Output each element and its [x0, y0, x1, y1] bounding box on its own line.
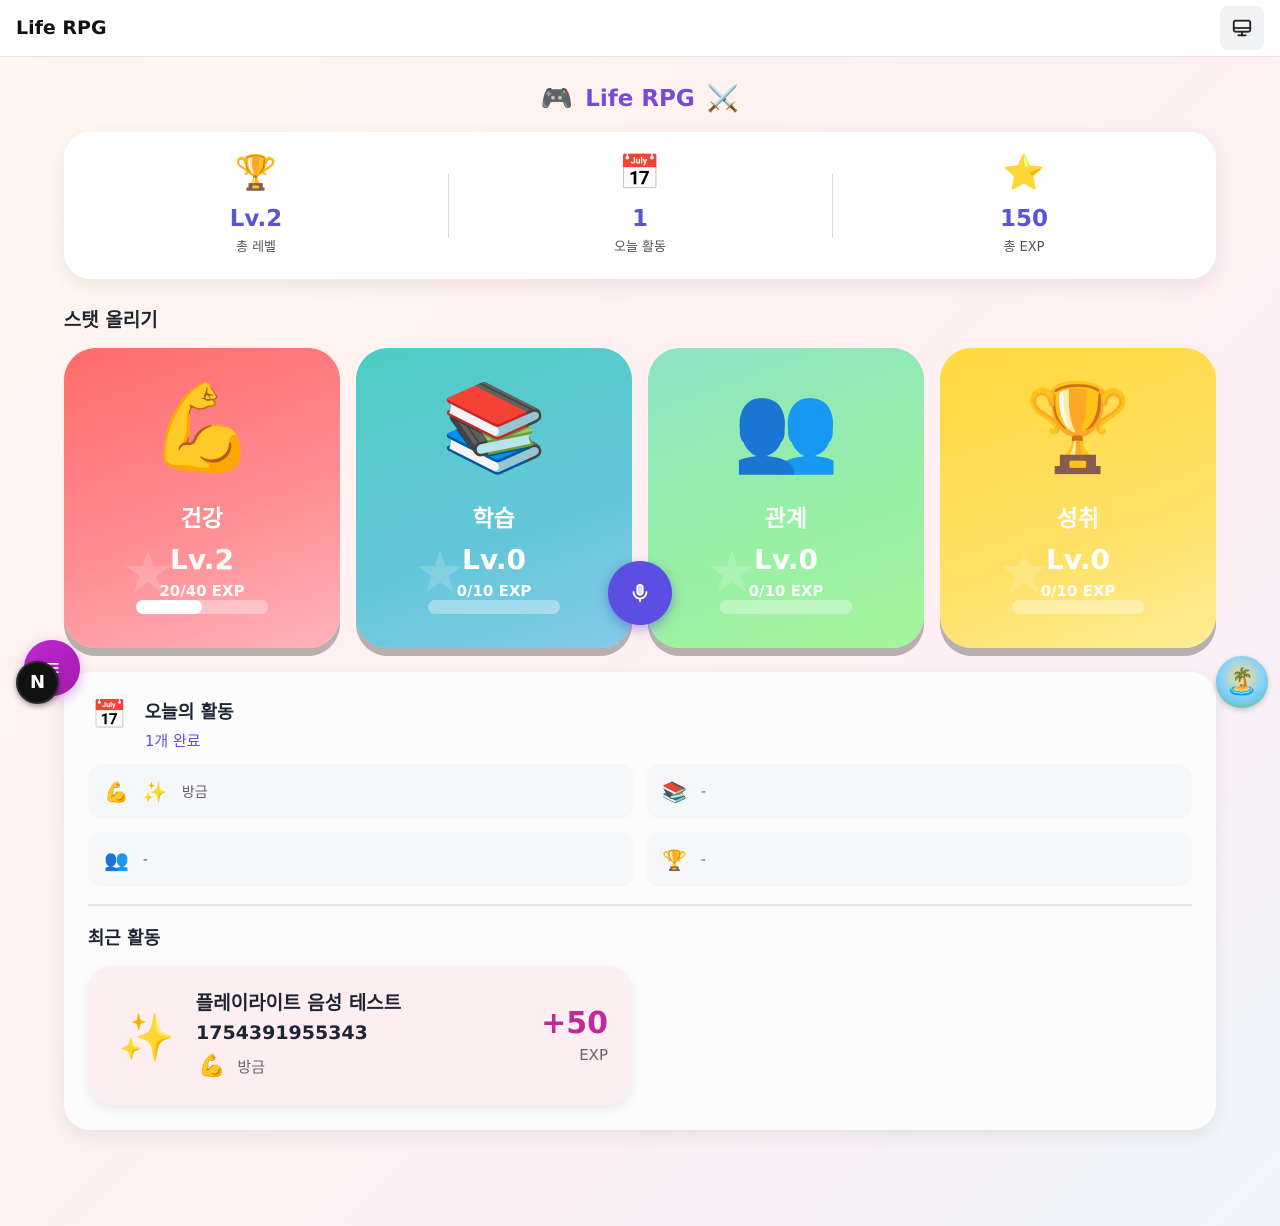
summary-total-exp: ⭐ 150 총 EXP — [832, 132, 1216, 279]
stat-progress-bar — [1012, 600, 1144, 614]
stat-level: Lv.0 — [462, 543, 526, 576]
people-icon: 👥 — [732, 378, 840, 478]
sparkles-icon: ✨ — [142, 779, 168, 804]
flexed-biceps-icon: 💪 — [198, 1054, 226, 1079]
summary-total-level: 🏆 Lv.2 총 레벨 — [64, 132, 448, 279]
stat-level: Lv.0 — [754, 543, 818, 576]
stat-progress-bar — [428, 600, 560, 614]
stat-level: Lv.2 — [170, 543, 234, 576]
stat-progress-bar — [136, 600, 268, 614]
today-item-text: - — [700, 851, 706, 868]
summary-label: 오늘 활동 — [614, 240, 666, 255]
recent-activity-exp-unit: EXP — [579, 1046, 608, 1064]
trophy-icon: 🏆 — [662, 847, 687, 872]
stat-card-health[interactable]: ★ 💪 건강 Lv.2 20/40 EXP — [64, 348, 340, 648]
stat-name: 성취 — [1056, 506, 1100, 532]
trophy-icon: 🏆 — [234, 153, 278, 193]
recent-activity-time: 방금 — [237, 1058, 266, 1076]
stat-card-study[interactable]: ★ 📚 학습 Lv.0 0/10 EXP — [356, 348, 632, 648]
stat-name: 관계 — [764, 506, 808, 532]
activity-panel: 📅 오늘의 활동 1개 완료 💪 ✨ 방금 📚 - 👥 - 🏆 - 최근 활동 … — [64, 672, 1216, 1130]
today-item-text: 방금 — [181, 784, 208, 801]
island-icon: 🏝️ — [1225, 667, 1259, 697]
stat-exp: 20/40 EXP — [159, 582, 245, 600]
today-item-text: - — [700, 783, 706, 800]
stat-name: 학습 — [472, 506, 516, 532]
stat-card-achievement[interactable]: ★ 🏆 성취 Lv.0 0/10 EXP — [940, 348, 1216, 648]
hero-title: 🎮 Life RPG ⚔️ — [0, 84, 1280, 114]
books-icon: 📚 — [440, 378, 548, 478]
today-item-text: - — [142, 851, 148, 868]
top-bar: Life RPG — [0, 0, 1280, 57]
today-item-health: 💪 ✨ 방금 — [88, 764, 634, 819]
flexed-biceps-icon: 💪 — [104, 779, 129, 804]
summary-card: 🏆 Lv.2 총 레벨 📅 1 오늘 활동 ⭐ 150 총 EXP — [64, 132, 1216, 279]
today-activity-count: 1개 완료 — [144, 732, 201, 750]
stat-progress-bar — [720, 600, 852, 614]
summary-value: 1 — [631, 206, 648, 232]
voice-input-button[interactable] — [608, 561, 672, 625]
recent-activity-card[interactable]: ✨ 플레이라이트 음성 테스트 1754391955343 💪 방금 +50 E… — [88, 966, 632, 1105]
stat-card-relation[interactable]: ★ 👥 관계 Lv.0 0/10 EXP — [648, 348, 924, 648]
flexed-biceps-icon: 💪 — [148, 378, 256, 478]
stat-exp: 0/10 EXP — [1040, 582, 1116, 600]
summary-value: Lv.2 — [229, 206, 283, 232]
today-item-relation: 👥 - — [88, 832, 634, 887]
stat-name: 건강 — [180, 506, 224, 532]
island-button[interactable]: 🏝️ — [1216, 656, 1268, 708]
sparkles-icon: ✨ — [118, 1010, 176, 1064]
people-icon: 👥 — [104, 847, 129, 872]
stat-level: Lv.0 — [1046, 543, 1110, 576]
stat-progress-fill — [136, 600, 202, 614]
today-item-achievement: 🏆 - — [646, 832, 1192, 887]
today-item-study: 📚 - — [646, 764, 1192, 819]
recent-activity-title-text: 플레이라이트 음성 테스트 1754391955343 — [196, 992, 402, 1044]
today-activity-header: 📅 오늘의 활동 1개 완료 — [92, 698, 234, 751]
summary-value: 150 — [999, 206, 1048, 232]
hero-title-text: Life RPG — [585, 86, 695, 112]
calendar-icon: 📅 — [92, 698, 127, 731]
summary-label: 총 EXP — [1003, 240, 1045, 255]
stat-exp: 0/10 EXP — [748, 582, 824, 600]
recent-activity-exp: +50 — [541, 1006, 608, 1041]
divider — [88, 904, 1192, 906]
star-icon: ⭐ — [1002, 153, 1046, 193]
recent-activity-title: 최근 활동 — [88, 928, 161, 949]
nextjs-dev-badge[interactable]: N — [16, 661, 59, 704]
summary-label: 총 레벨 — [235, 240, 276, 255]
microphone-icon — [632, 583, 648, 603]
stat-exp: 0/10 EXP — [456, 582, 532, 600]
today-activity-title: 오늘의 활동 — [144, 702, 234, 723]
recent-activity-meta: 💪 방금 — [198, 1054, 265, 1079]
crossed-swords-icon: ⚔️ — [706, 84, 740, 114]
summary-today-activity: 📅 1 오늘 활동 — [448, 132, 832, 279]
stats-section-title: 스탯 올리기 — [64, 309, 159, 331]
game-controller-icon: 🎮 — [540, 84, 574, 114]
monitor-button[interactable] — [1220, 6, 1264, 50]
trophy-icon: 🏆 — [1024, 378, 1132, 478]
app-title: Life RPG — [16, 17, 107, 39]
books-icon: 📚 — [662, 779, 687, 804]
calendar-icon: 📅 — [618, 153, 662, 193]
monitor-icon — [1232, 19, 1252, 37]
